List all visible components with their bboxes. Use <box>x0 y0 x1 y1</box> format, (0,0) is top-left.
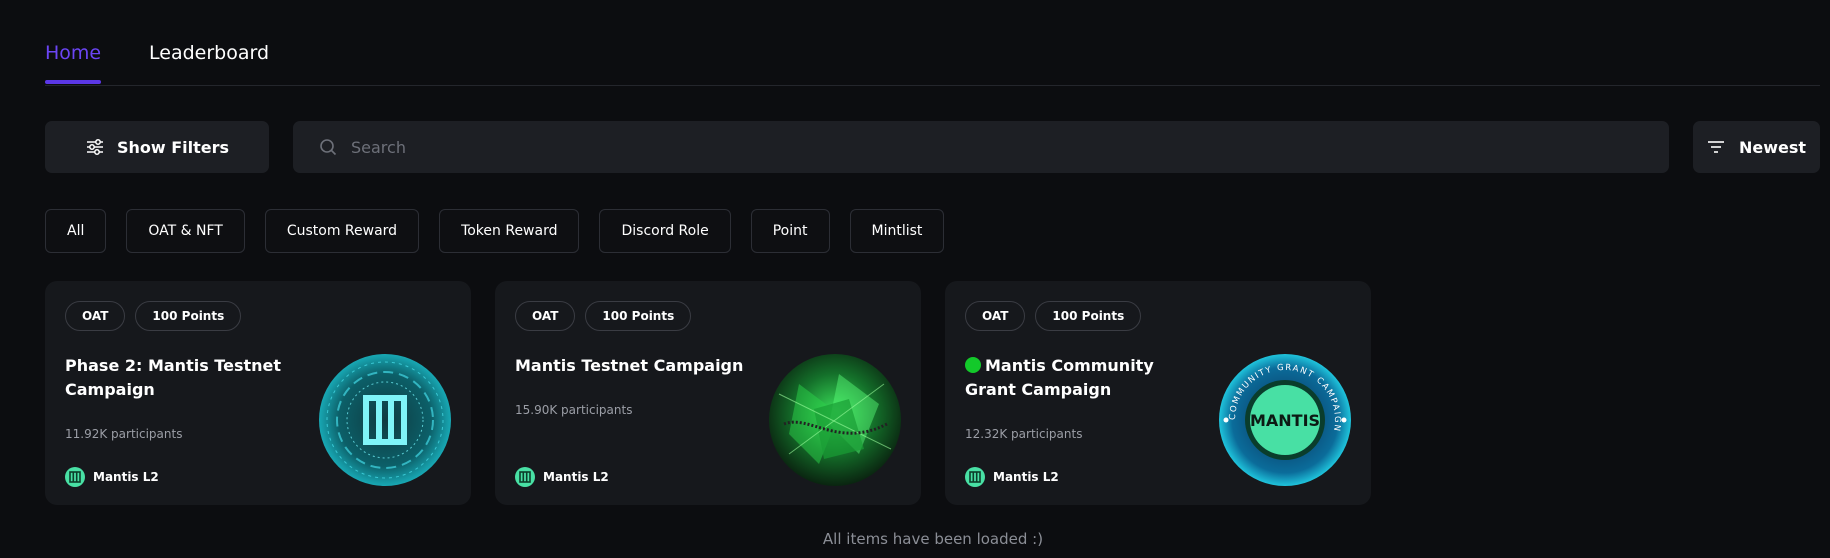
search-bar <box>293 121 1669 173</box>
mantis-grant-seal-image: COMMUNITY GRANT CAMPAIGN MANTIS <box>1219 354 1351 486</box>
organizer-name: Mantis L2 <box>93 470 159 484</box>
reward-filter-chips: All OAT & NFT Custom Reward Token Reward… <box>45 209 945 253</box>
sort-label: Newest <box>1738 137 1807 157</box>
mantis-circuit-image <box>319 354 451 486</box>
search-input[interactable] <box>349 136 1603 158</box>
tab-home[interactable]: Home <box>45 42 101 64</box>
chip-custom-reward[interactable]: Custom Reward <box>264 209 420 253</box>
tag-oat: OAT <box>65 301 126 331</box>
status-dot-icon <box>965 357 981 373</box>
sort-button[interactable]: Newest <box>1693 121 1820 173</box>
tag-points: 100 Points <box>585 301 692 331</box>
chip-discord-role[interactable]: Discord Role <box>599 209 731 253</box>
nav-tabs: Home Leaderboard <box>45 0 1820 86</box>
campaign-card[interactable]: OAT 100 Points Mantis Community Grant Ca… <box>945 281 1371 505</box>
chip-oat-nft[interactable]: OAT & NFT <box>126 209 245 253</box>
chip-point[interactable]: Point <box>750 209 830 253</box>
participant-count: 12.32K participants <box>965 427 1083 441</box>
card-tags: OAT 100 Points <box>65 301 242 331</box>
tag-oat: OAT <box>515 301 576 331</box>
organizer-name: Mantis L2 <box>543 470 609 484</box>
card-title[interactable]: Phase 2: Mantis Testnet Campaign <box>65 354 295 402</box>
mantis-logo-icon <box>965 467 985 487</box>
tab-leaderboard[interactable]: Leaderboard <box>149 42 269 64</box>
organizer[interactable]: Mantis L2 <box>965 467 1059 487</box>
participant-count: 11.92K participants <box>65 427 183 441</box>
all-loaded-message: All items have been loaded :) <box>822 530 1044 548</box>
sliders-icon <box>86 139 103 155</box>
mantis-logo-icon <box>515 467 535 487</box>
search-icon <box>320 139 337 156</box>
seal-logo-text: MANTIS <box>1250 411 1320 430</box>
active-tab-indicator <box>45 80 101 84</box>
participant-count: 15.90K participants <box>515 403 633 417</box>
sort-icon <box>1707 141 1724 153</box>
tag-points: 100 Points <box>135 301 242 331</box>
campaign-card[interactable]: OAT 100 Points Mantis Testnet Campaign 1… <box>495 281 921 505</box>
tag-points: 100 Points <box>1035 301 1142 331</box>
card-title[interactable]: Mantis Community Grant Campaign <box>965 354 1195 402</box>
mantis-logo-icon <box>65 467 85 487</box>
tag-oat: OAT <box>965 301 1026 331</box>
chip-mintlist[interactable]: Mintlist <box>849 209 945 253</box>
show-filters-button[interactable]: Show Filters <box>45 121 269 173</box>
campaign-card[interactable]: OAT 100 Points Phase 2: Mantis Testnet C… <box>45 281 471 505</box>
organizer[interactable]: Mantis L2 <box>515 467 609 487</box>
chip-all[interactable]: All <box>45 209 107 253</box>
campaign-list: OAT 100 Points Phase 2: Mantis Testnet C… <box>45 281 1371 505</box>
card-tags: OAT 100 Points <box>965 301 1142 331</box>
organizer-name: Mantis L2 <box>993 470 1059 484</box>
organizer[interactable]: Mantis L2 <box>65 467 159 487</box>
show-filters-label: Show Filters <box>116 137 230 157</box>
chip-token-reward[interactable]: Token Reward <box>439 209 580 253</box>
card-tags: OAT 100 Points <box>515 301 692 331</box>
mantis-green-crystal-image <box>769 354 901 486</box>
card-title-text: Mantis Community Grant Campaign <box>965 356 1154 399</box>
card-title[interactable]: Mantis Testnet Campaign <box>515 354 745 378</box>
